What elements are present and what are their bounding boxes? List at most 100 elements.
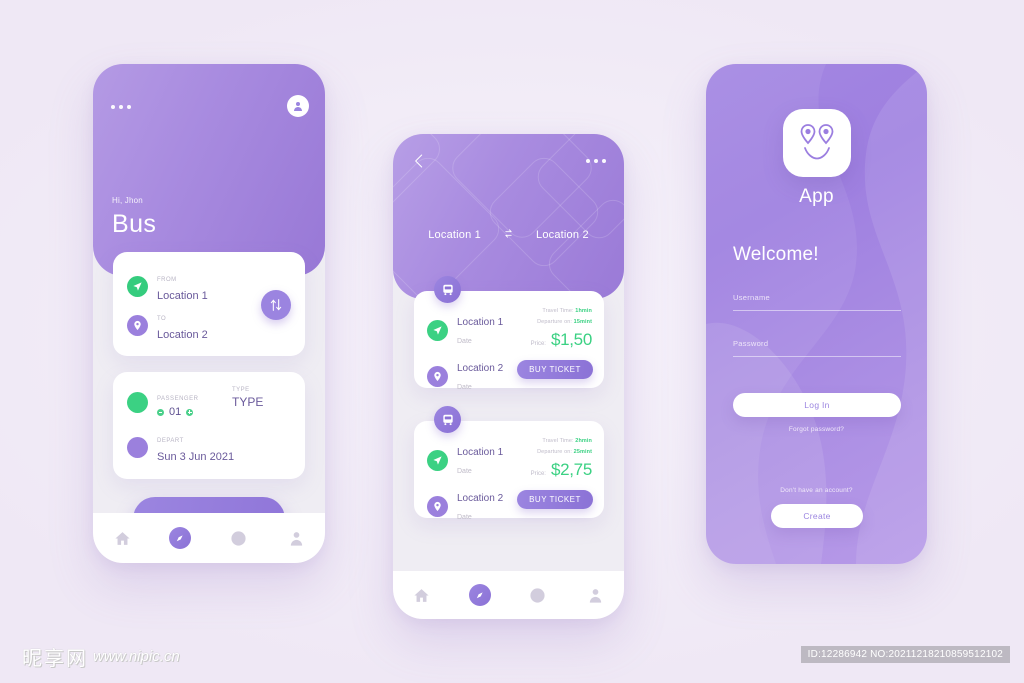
price-value: $1,50 [550,330,592,349]
passenger-count: 01 [169,406,182,418]
trip-details-card: PASSENGER 01 TYPE TYPE DEPART Sun 3 Jun … [113,372,305,479]
swap-arrows-icon[interactable] [503,226,514,244]
depart-label: DEPART [157,438,184,444]
bottom-navigation-bar [93,513,325,563]
up-down-arrows-icon[interactable] [261,290,291,320]
clock-icon[interactable] [526,584,548,606]
phone1-header: Hi, Jhon Bus [93,64,325,276]
greeting-text: Hi, Jhon [112,196,143,205]
ticket-route: Location 1 Date Location 2 Date [427,442,503,534]
navigation-arrow-icon [127,275,148,297]
welcome-heading: Welcome! [733,244,819,265]
password-placeholder: Password [733,339,769,348]
phone-screen-home: Hi, Jhon Bus FROM Location 1 TO Location… [93,64,325,563]
destination-label: Location 2 [536,229,589,241]
page-title: Bus [112,210,157,238]
phone-screen-results: Location 1 Location 2 Location 1 Date Lo… [393,134,624,619]
no-account-text: Don't have an account? [780,487,853,494]
ticket-to: Location 2 [457,363,504,374]
app-name: App [799,186,834,207]
watermark-site-name: 昵享网 [22,646,88,670]
ticket-card[interactable]: Location 1 Date Location 2 Date Travel T… [414,276,604,391]
forgot-password-link[interactable]: Forgot password? [706,426,927,433]
chevron-left-icon[interactable] [411,151,427,171]
field-underline [733,310,901,311]
passenger-field[interactable]: PASSENGER 01 [127,387,198,418]
three-dots-icon[interactable] [586,159,606,163]
person-icon[interactable] [285,527,307,549]
to-label: TO [157,316,167,322]
username-placeholder: Username [733,293,770,302]
from-label: FROM [157,277,177,283]
departure-label: Departure on: [537,449,573,455]
map-pin-icon [127,314,148,336]
buy-ticket-button[interactable]: BUY TICKET [517,360,593,379]
phone2-header: Location 1 Location 2 [393,134,624,299]
ticket-meta: Travel Time: 2hmin Departure on: 25mint … [530,438,593,480]
compass-icon[interactable] [169,527,191,549]
price-label: Price: [530,341,546,347]
username-field[interactable]: Username [733,293,901,311]
ticket-from-date: Date [457,468,472,475]
to-value: Location 2 [157,329,208,341]
departure-label: Departure on: [537,319,573,325]
ticket-from: Location 1 [457,447,504,458]
travel-time-label: Travel Time: [542,438,574,444]
ticket-to-date: Date [457,384,472,391]
route-card: FROM Location 1 TO Location 2 [113,252,305,356]
origin-label: Location 1 [428,229,481,241]
to-field[interactable]: TO Location 2 [127,307,208,343]
type-value: TYPE [232,395,264,409]
passenger-label: PASSENGER [157,396,199,402]
watermark-url: www.nipic.cn [93,648,180,665]
home-icon[interactable] [411,584,433,606]
smiley-pins-logo-icon [782,109,851,177]
map-pin-icon [427,495,448,517]
minus-circle-icon[interactable] [157,408,164,416]
passenger-dot-icon [127,392,148,413]
navigation-arrow-icon [427,319,448,341]
plus-circle-icon[interactable] [186,408,194,416]
bus-icon [434,406,461,433]
buy-ticket-button[interactable]: BUY TICKET [517,490,593,509]
type-label: TYPE [232,387,250,393]
depart-field[interactable]: DEPART Sun 3 Jun 2021 [127,429,234,465]
user-avatar-icon[interactable] [287,95,309,117]
create-account-button[interactable]: Create [771,504,863,528]
departure-value: 25mint [573,449,592,455]
travel-time-value: 2hmin [575,438,592,444]
ticket-from-date: Date [457,338,472,345]
travel-time-label: Travel Time: [542,308,574,314]
ticket-from: Location 1 [457,317,504,328]
field-underline [733,356,901,357]
clock-icon[interactable] [227,527,249,549]
watermark-id: ID:12286942 NO:20211218210859512102 [800,646,1010,663]
password-field[interactable]: Password [733,339,901,357]
route-summary: Location 1 Location 2 [393,226,624,244]
map-pin-icon [427,365,448,387]
price-value: $2,75 [550,460,592,479]
login-button[interactable]: Log In [733,393,901,417]
ticket-route: Location 1 Date Location 2 Date [427,312,503,404]
ticket-card[interactable]: Location 1 Date Location 2 Date Travel T… [414,406,604,521]
from-field[interactable]: FROM Location 1 [127,268,208,304]
type-field[interactable]: TYPE TYPE [232,387,263,409]
home-icon[interactable] [111,527,133,549]
departure-value: 15mint [573,319,592,325]
ticket-to: Location 2 [457,493,504,504]
ticket-to-date: Date [457,514,472,521]
person-icon[interactable] [584,584,606,606]
price-label: Price: [530,471,546,477]
navigation-arrow-icon [427,449,448,471]
from-value: Location 1 [157,290,208,302]
bottom-navigation-bar [393,571,624,619]
depart-value: Sun 3 Jun 2021 [157,451,235,463]
site-watermark: 昵享网 www.nipic.cn [22,642,180,671]
bus-icon [434,276,461,303]
phone-screen-login: App Welcome! Username Password Log In Fo… [706,64,927,564]
depart-dot-icon [127,436,148,458]
compass-icon[interactable] [468,584,491,606]
three-dots-icon[interactable] [111,105,131,109]
ticket-meta: Travel Time: 1hmin Departure on: 15mint … [530,308,593,350]
travel-time-value: 1hmin [575,308,592,314]
